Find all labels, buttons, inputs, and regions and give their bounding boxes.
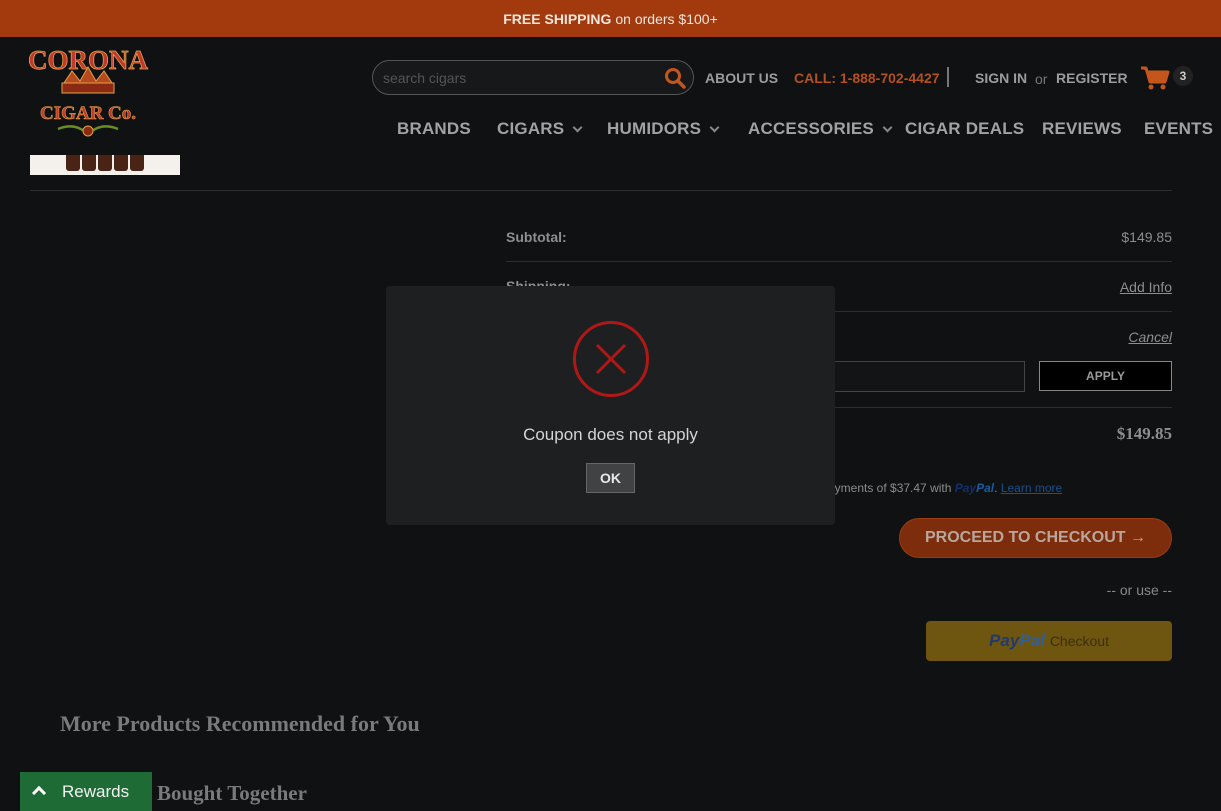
cart-count-badge: 3 — [1173, 66, 1193, 86]
search-icon[interactable] — [663, 66, 687, 90]
ok-button[interactable]: OK — [586, 463, 635, 493]
nav-label: REVIEWS — [1042, 119, 1122, 138]
nav-brands[interactable]: BRANDS — [397, 119, 471, 139]
cigar-shape — [66, 155, 80, 171]
paypal-mini-b: Pal — [976, 481, 995, 495]
nav-cigars[interactable]: CIGARS — [497, 119, 583, 139]
search-input[interactable] — [383, 68, 653, 88]
nav-reviews[interactable]: REVIEWS — [1042, 119, 1122, 139]
call-link[interactable]: CALL: 1-888-702-4427 — [794, 70, 940, 86]
paypal-checkout-button[interactable]: PayPal Checkout — [926, 621, 1172, 661]
dialog-message: Coupon does not apply — [523, 425, 698, 444]
bought-together-title: Bought Together — [157, 781, 307, 805]
rewards-button[interactable]: Rewards — [20, 772, 152, 811]
chevron-down-icon — [572, 122, 583, 132]
cigar-shape — [82, 155, 96, 171]
subtotal-label: Subtotal: — [506, 229, 567, 245]
paylater-text: ayments of $37.47 with — [828, 481, 952, 495]
rewards-label: Rewards — [62, 782, 130, 801]
nav-label: BRANDS — [397, 119, 471, 138]
cigar-shape — [130, 155, 144, 171]
search-box — [372, 60, 694, 95]
total-value: $149.85 — [1116, 424, 1172, 443]
paypal-logo-a: Pay — [989, 631, 1020, 650]
add-info-link[interactable]: Add Info — [1120, 279, 1172, 295]
nav-cigar-deals[interactable]: CIGAR DEALS — [905, 119, 1024, 139]
nav-label: EVENTS — [1144, 119, 1214, 138]
nav-label: CIGAR DEALS — [905, 119, 1025, 138]
chevron-down-icon — [709, 122, 720, 132]
coupon-code-input[interactable] — [805, 361, 1025, 392]
cigar-shape — [114, 155, 128, 171]
paypal-checkout-label: Checkout — [1049, 633, 1109, 649]
promo-bar: FREE SHIPPING on orders $100+ — [0, 0, 1221, 37]
promo-bold: FREE SHIPPING — [503, 10, 612, 27]
paypal-mini-a: Pay — [954, 481, 977, 495]
paypal-logo-b: Pal — [1019, 631, 1045, 650]
paypal-mini-logo: PayPal — [955, 481, 994, 495]
cancel-coupon-link[interactable]: Cancel — [1128, 329, 1172, 345]
chevron-down-icon — [882, 122, 893, 132]
paypal-logo: PayPal — [989, 631, 1045, 651]
nav-events[interactable]: EVENTS — [1144, 119, 1213, 139]
site-header: CORONA CIGAR Co. ABOUT US CALL: 1-888-70… — [0, 37, 1221, 155]
recommended-title: More Products Recommended for You — [60, 711, 420, 736]
site-logo[interactable]: CORONA CIGAR Co. — [18, 43, 158, 143]
proceed-to-checkout-button[interactable]: PROCEED TO CHECKOUT → — [899, 518, 1172, 558]
promo-text: on orders $100+ — [615, 10, 718, 27]
cigar-shape — [98, 155, 112, 171]
sign-in-link[interactable]: SIGN IN — [975, 70, 1027, 86]
learn-more-link[interactable]: Learn more — [1001, 481, 1062, 495]
coupon-error-dialog: Coupon does not apply OK — [386, 286, 835, 525]
product-thumbnail[interactable] — [30, 155, 180, 175]
or-text: or — [1035, 71, 1048, 87]
logo-line2: CIGAR Co. — [40, 103, 136, 124]
or-use-text: -- or use -- — [1106, 582, 1172, 598]
nav-label: HUMIDORS — [607, 119, 702, 138]
subtotal-value: $149.85 — [1121, 229, 1172, 245]
cart-icon[interactable] — [1140, 64, 1170, 92]
nav-label: ACCESSORIES — [748, 119, 874, 138]
summary-divider — [506, 261, 1172, 262]
error-x-icon — [573, 321, 649, 397]
cart-divider — [30, 190, 1172, 191]
apply-coupon-button[interactable]: APPLY — [1039, 361, 1172, 391]
header-divider — [947, 67, 949, 87]
register-link[interactable]: REGISTER — [1056, 70, 1128, 86]
chevron-up-icon — [31, 785, 47, 801]
paypal-paylater-message: ayments of $37.47 with PayPal. Learn mor… — [828, 481, 1063, 495]
nav-humidors[interactable]: HUMIDORS — [607, 119, 720, 139]
nav-label: CIGARS — [497, 119, 565, 138]
nav-accessories[interactable]: ACCESSORIES — [748, 119, 893, 139]
about-us-link[interactable]: ABOUT US — [705, 70, 778, 86]
